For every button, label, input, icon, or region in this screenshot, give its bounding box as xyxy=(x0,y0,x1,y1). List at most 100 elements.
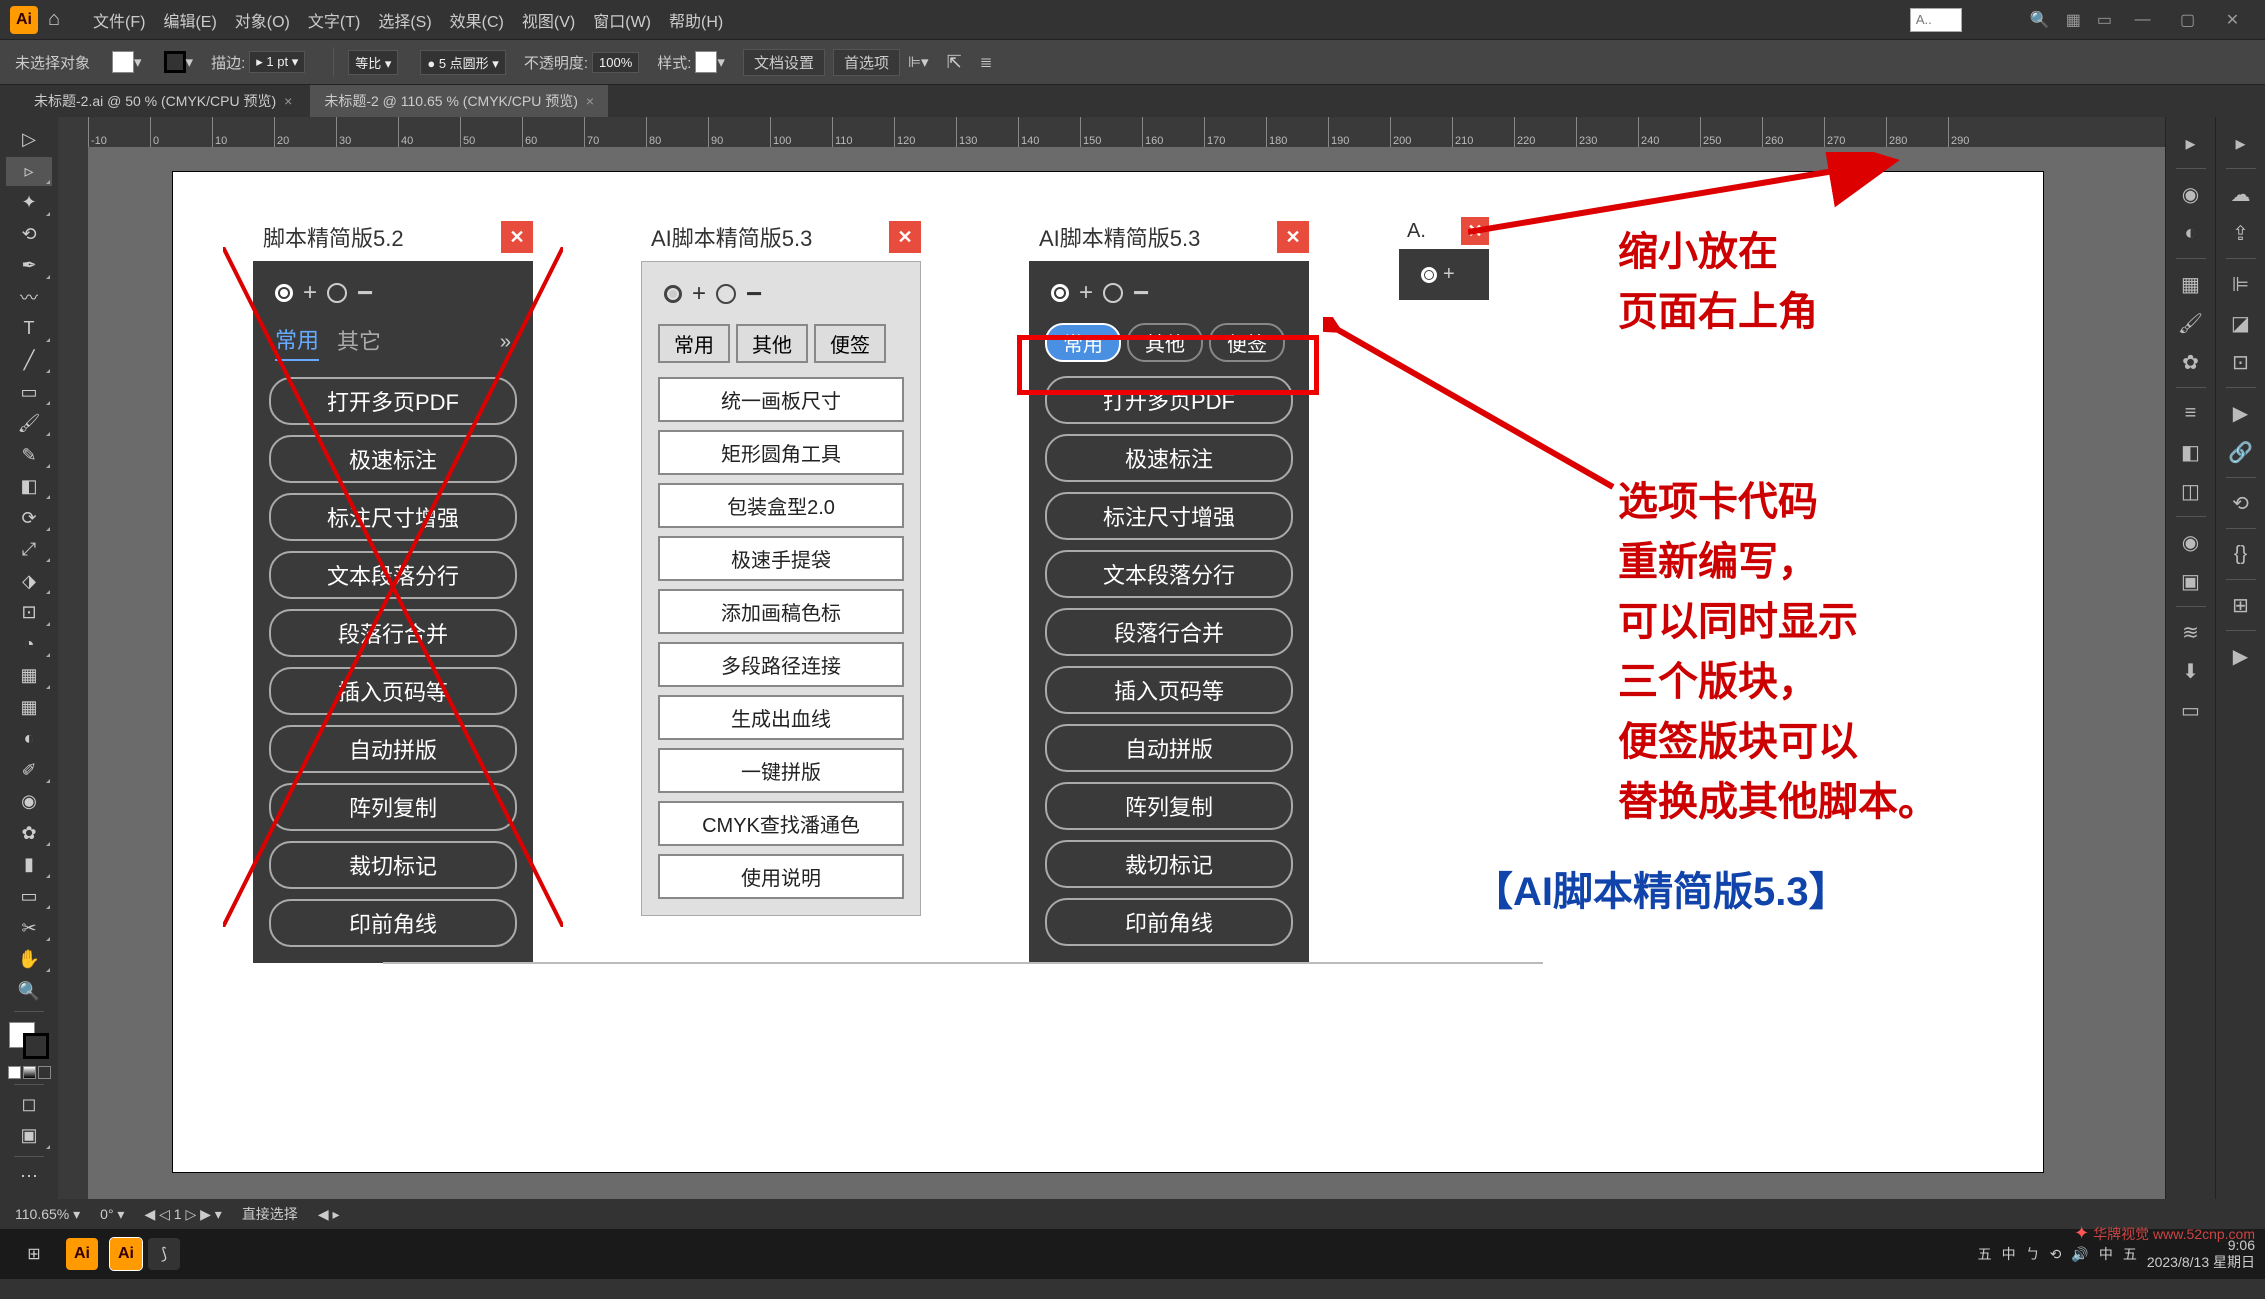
free-transform-tool[interactable]: ⊡ xyxy=(6,598,52,628)
actions-panel-icon[interactable]: ▶ xyxy=(2222,395,2260,431)
script-button[interactable]: 段落行合并 xyxy=(269,609,517,657)
selection-tool[interactable]: ▷ xyxy=(6,125,52,155)
gradient-tool[interactable]: ◐ xyxy=(6,724,52,754)
menu-effect[interactable]: 效果(C) xyxy=(450,8,504,32)
magic-wand-tool[interactable]: ✦ xyxy=(6,188,52,218)
profile-select[interactable]: 等比 ▾ xyxy=(348,50,398,75)
shaper-tool[interactable]: ✎ xyxy=(6,440,52,470)
color-panel-icon[interactable]: ◉ xyxy=(2172,176,2210,212)
script-button[interactable]: 文本段落分行 xyxy=(1045,550,1293,598)
start-button[interactable]: ⊞ xyxy=(10,1234,58,1274)
script-button[interactable]: 标注尺寸增强 xyxy=(269,493,517,541)
script-button[interactable]: 印前角线 xyxy=(269,899,517,947)
pen-tool[interactable]: ✒ xyxy=(6,251,52,281)
menu-type[interactable]: 文字(T) xyxy=(308,8,360,32)
script-button[interactable]: 极速标注 xyxy=(269,435,517,483)
perspective-grid-tool[interactable]: ▦ xyxy=(6,661,52,691)
tray-ime-icon[interactable]: 中 xyxy=(2099,1244,2113,1264)
ruler-vertical[interactable] xyxy=(58,147,88,1199)
tray-volume-icon[interactable]: 🔊 xyxy=(2071,1246,2088,1263)
script-button[interactable]: 统一画板尺寸 xyxy=(658,377,904,422)
align-icon[interactable]: ⊫▾ xyxy=(908,53,929,71)
minimize-button[interactable]: — xyxy=(2120,11,2165,29)
panel-tab-common[interactable]: 常用 xyxy=(658,324,730,363)
symbols-panel-icon[interactable]: ✿ xyxy=(2172,344,2210,380)
arrange-icon[interactable]: ▦ xyxy=(2066,10,2081,30)
opacity-input[interactable]: 100% xyxy=(592,52,639,73)
radio-selected-icon[interactable] xyxy=(1051,284,1069,302)
taskbar-app-ai-1[interactable]: Ai xyxy=(66,1238,98,1270)
search-field-top[interactable] xyxy=(1910,8,1962,32)
script-button[interactable]: 插入页码等 xyxy=(1045,666,1293,714)
screen-mode[interactable]: ▣ xyxy=(6,1121,52,1151)
close-icon[interactable]: × xyxy=(284,93,292,109)
panel-tab-notes[interactable]: 便签 xyxy=(814,324,886,363)
radio-unselected-icon[interactable] xyxy=(1103,283,1123,303)
script-button[interactable]: 打开多页PDF xyxy=(269,377,517,425)
maximize-button[interactable]: ▢ xyxy=(2165,10,2210,30)
script-button[interactable]: 插入页码等 xyxy=(269,667,517,715)
ruler-origin[interactable] xyxy=(58,117,88,147)
script-button[interactable]: 裁切标记 xyxy=(269,841,517,889)
script-button[interactable]: 段落行合并 xyxy=(1045,608,1293,656)
tray-icon[interactable]: 五 xyxy=(2123,1244,2137,1264)
artboard-nav[interactable]: ◀ ◁ 1 ▷ ▶ ▾ xyxy=(144,1206,221,1223)
curvature-tool[interactable]: 〰 xyxy=(6,283,52,313)
properties-panel-icon[interactable]: ▸ xyxy=(2172,125,2210,161)
canvas[interactable]: -100102030405060708090100110120130140150… xyxy=(58,117,2165,1199)
script-button[interactable]: 文本段落分行 xyxy=(269,551,517,599)
scrollbar-h[interactable]: ◀ ▸ xyxy=(318,1206,340,1223)
rectangle-tool[interactable]: ▭ xyxy=(6,377,52,407)
scale-tool[interactable]: ⤢ xyxy=(6,535,52,565)
type-tool[interactable]: T xyxy=(6,314,52,344)
radio-selected-icon[interactable] xyxy=(275,284,293,302)
column-graph-tool[interactable]: ▮ xyxy=(6,850,52,880)
home-icon[interactable]: ⌂ xyxy=(48,8,73,31)
script-button[interactable]: 阵列复制 xyxy=(1045,782,1293,830)
line-tool[interactable]: ╱ xyxy=(6,346,52,376)
brush-select[interactable]: ● 5 点圆形 ▾ xyxy=(420,50,505,75)
appearance-panel-icon[interactable]: ◉ xyxy=(2172,524,2210,560)
script-button[interactable]: 使用说明 xyxy=(658,854,904,899)
navigator-icon[interactable]: ⊞ xyxy=(2222,587,2260,623)
panel-close-button[interactable]: ✕ xyxy=(1277,221,1309,253)
radio-selected-icon[interactable] xyxy=(664,285,682,303)
menu-object[interactable]: 对象(O) xyxy=(235,8,290,32)
panel-mode-row[interactable]: + − xyxy=(658,278,904,310)
doc-setup-button[interactable]: 文档设置 xyxy=(743,49,825,76)
tab-doc-1[interactable]: 未标题-2.ai @ 50 % (CMYK/CPU 预览)× xyxy=(20,85,306,117)
pathfinder-icon[interactable]: ◪ xyxy=(2222,305,2260,341)
zoom-tool[interactable]: 🔍 xyxy=(6,976,52,1006)
swatches-panel-icon[interactable]: ▦ xyxy=(2172,266,2210,302)
stroke-panel-icon[interactable]: ≡ xyxy=(2172,395,2210,431)
brushes-panel-icon[interactable]: 🖌 xyxy=(2172,305,2210,341)
align-panel-icon[interactable]: ⊫ xyxy=(2222,266,2260,302)
close-button[interactable]: ✕ xyxy=(2210,10,2255,30)
direct-selection-tool[interactable]: ▹ xyxy=(6,157,52,187)
close-icon[interactable]: × xyxy=(586,93,594,109)
width-tool[interactable]: ⬗ xyxy=(6,566,52,596)
draw-mode-normal[interactable]: ◻ xyxy=(6,1090,52,1120)
panel-close-button[interactable]: ✕ xyxy=(1461,217,1489,245)
script-button[interactable]: 裁切标记 xyxy=(1045,840,1293,888)
edit-toolbar[interactable]: ⋯ xyxy=(6,1162,52,1192)
eyedropper-tool[interactable]: ✐ xyxy=(6,756,52,786)
symbol-sprayer-tool[interactable]: ✿ xyxy=(6,819,52,849)
css-panel-icon[interactable]: {} xyxy=(2222,536,2260,572)
panel-mode-row[interactable]: + − xyxy=(269,277,517,309)
menu-window[interactable]: 窗口(W) xyxy=(593,8,651,32)
rotation-value[interactable]: 0° ▾ xyxy=(100,1206,124,1223)
script-button[interactable]: 自动拼版 xyxy=(1045,724,1293,772)
share-icon[interactable]: ⇪ xyxy=(2222,215,2260,251)
panel-close-button[interactable]: ✕ xyxy=(889,221,921,253)
chevron-right-icon[interactable]: » xyxy=(500,331,511,354)
menu-edit[interactable]: 编辑(E) xyxy=(163,8,216,32)
zoom-level[interactable]: 110.65% ▾ xyxy=(15,1206,80,1223)
pin-icon[interactable]: ⇱ xyxy=(947,52,962,73)
play-icon[interactable]: ▶ xyxy=(2222,638,2260,674)
transparency-panel-icon[interactable]: ◫ xyxy=(2172,473,2210,509)
style-swatch[interactable] xyxy=(695,51,717,73)
script-button[interactable]: 包装盒型2.0 xyxy=(658,483,904,528)
script-button[interactable]: 印前角线 xyxy=(1045,898,1293,946)
stroke-weight-input[interactable]: ▸ 1 pt ▾ xyxy=(249,51,305,73)
